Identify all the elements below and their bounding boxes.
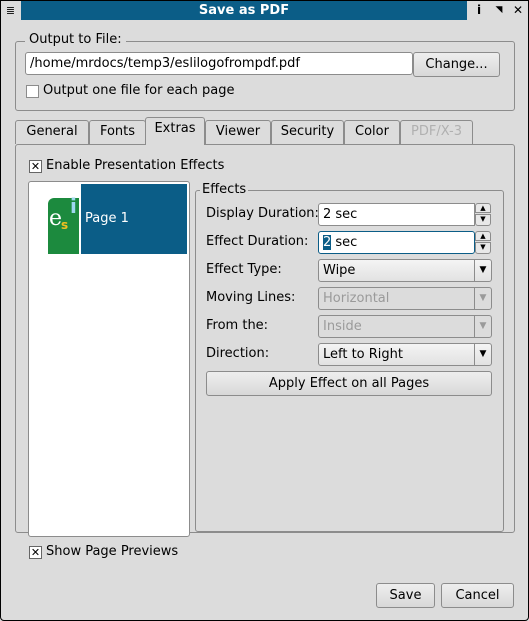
save-button[interactable]: Save bbox=[376, 583, 435, 608]
output-group-label: Output to File: bbox=[25, 32, 126, 47]
from-the-value: Inside bbox=[323, 319, 362, 334]
page-list-item[interactable]: e s i Page 1 bbox=[31, 184, 187, 254]
change-button[interactable]: Change... bbox=[413, 52, 500, 77]
page-thumbnail: e s i bbox=[31, 184, 81, 254]
help-icon[interactable]: i bbox=[471, 2, 487, 19]
tab-general[interactable]: General bbox=[15, 120, 89, 144]
effect-duration-input[interactable]: 2 sec bbox=[318, 231, 475, 254]
close-icon[interactable]: ✕ bbox=[510, 2, 526, 19]
tab-viewer[interactable]: Viewer bbox=[205, 120, 271, 144]
tab-extras[interactable]: Extras bbox=[145, 117, 205, 145]
effect-type-label: Effect Type: bbox=[206, 262, 282, 277]
effect-type-value: Wipe bbox=[323, 263, 356, 278]
page-list[interactable]: e s i Page 1 bbox=[28, 181, 190, 537]
esli-logo-icon: e s i bbox=[48, 194, 79, 254]
chevron-down-icon: ▼ bbox=[474, 344, 491, 365]
effect-duration-label: Effect Duration: bbox=[206, 234, 309, 249]
one-file-per-page-checkbox[interactable] bbox=[26, 85, 39, 98]
tab-color[interactable]: Color bbox=[344, 120, 400, 144]
display-duration-down-icon[interactable]: ▼ bbox=[475, 214, 491, 226]
save-as-pdf-dialog: ≣ Save as PDF i ◥ ✕ Output to File: /hom… bbox=[0, 0, 529, 621]
moving-lines-label: Moving Lines: bbox=[206, 290, 296, 305]
effect-duration-unit: sec bbox=[331, 235, 358, 250]
apply-effect-all-pages-button[interactable]: Apply Effect on all Pages bbox=[206, 371, 492, 396]
effect-type-select[interactable]: Wipe ▼ bbox=[318, 259, 492, 282]
chevron-down-icon: ▼ bbox=[474, 288, 491, 309]
chevron-down-icon: ▼ bbox=[474, 260, 491, 281]
enable-presentation-effects-label: Enable Presentation Effects bbox=[46, 158, 225, 173]
effects-group-label: Effects bbox=[200, 182, 249, 197]
enable-presentation-effects-checkbox[interactable]: ✕ bbox=[29, 160, 42, 173]
direction-label: Direction: bbox=[206, 346, 270, 361]
direction-value: Left to Right bbox=[323, 347, 404, 362]
show-page-previews-label: Show Page Previews bbox=[46, 544, 179, 559]
page-label: Page 1 bbox=[85, 211, 129, 226]
from-the-label: From the: bbox=[206, 318, 269, 333]
tab-fonts[interactable]: Fonts bbox=[89, 120, 146, 144]
one-file-per-page-label: Output one file for each page bbox=[43, 83, 235, 98]
shade-icon[interactable]: ◥ bbox=[491, 2, 507, 19]
effect-duration-up-icon[interactable]: ▲ bbox=[475, 231, 491, 241]
window-menu-icon[interactable]: ≣ bbox=[3, 3, 18, 18]
moving-lines-select: Horizontal ▼ bbox=[318, 287, 492, 310]
effect-duration-down-icon[interactable]: ▼ bbox=[475, 242, 491, 254]
display-duration-label: Display Duration: bbox=[206, 206, 319, 221]
direction-select[interactable]: Left to Right ▼ bbox=[318, 343, 492, 366]
tab-pdfx3: PDF/X-3 bbox=[400, 120, 473, 144]
from-the-select: Inside ▼ bbox=[318, 315, 492, 338]
cancel-button[interactable]: Cancel bbox=[441, 583, 514, 608]
chevron-down-icon: ▼ bbox=[474, 316, 491, 337]
show-page-previews-checkbox[interactable]: ✕ bbox=[29, 546, 42, 559]
output-path-input[interactable]: /home/mrdocs/temp3/eslilogofrompdf.pdf bbox=[25, 52, 413, 75]
tab-security[interactable]: Security bbox=[271, 120, 344, 144]
moving-lines-value: Horizontal bbox=[323, 291, 390, 306]
display-duration-input[interactable]: 2 sec bbox=[318, 203, 475, 226]
window-title: Save as PDF bbox=[21, 1, 467, 20]
display-duration-up-icon[interactable]: ▲ bbox=[475, 203, 491, 213]
title-bar: ≣ Save as PDF i ◥ ✕ bbox=[1, 1, 528, 20]
